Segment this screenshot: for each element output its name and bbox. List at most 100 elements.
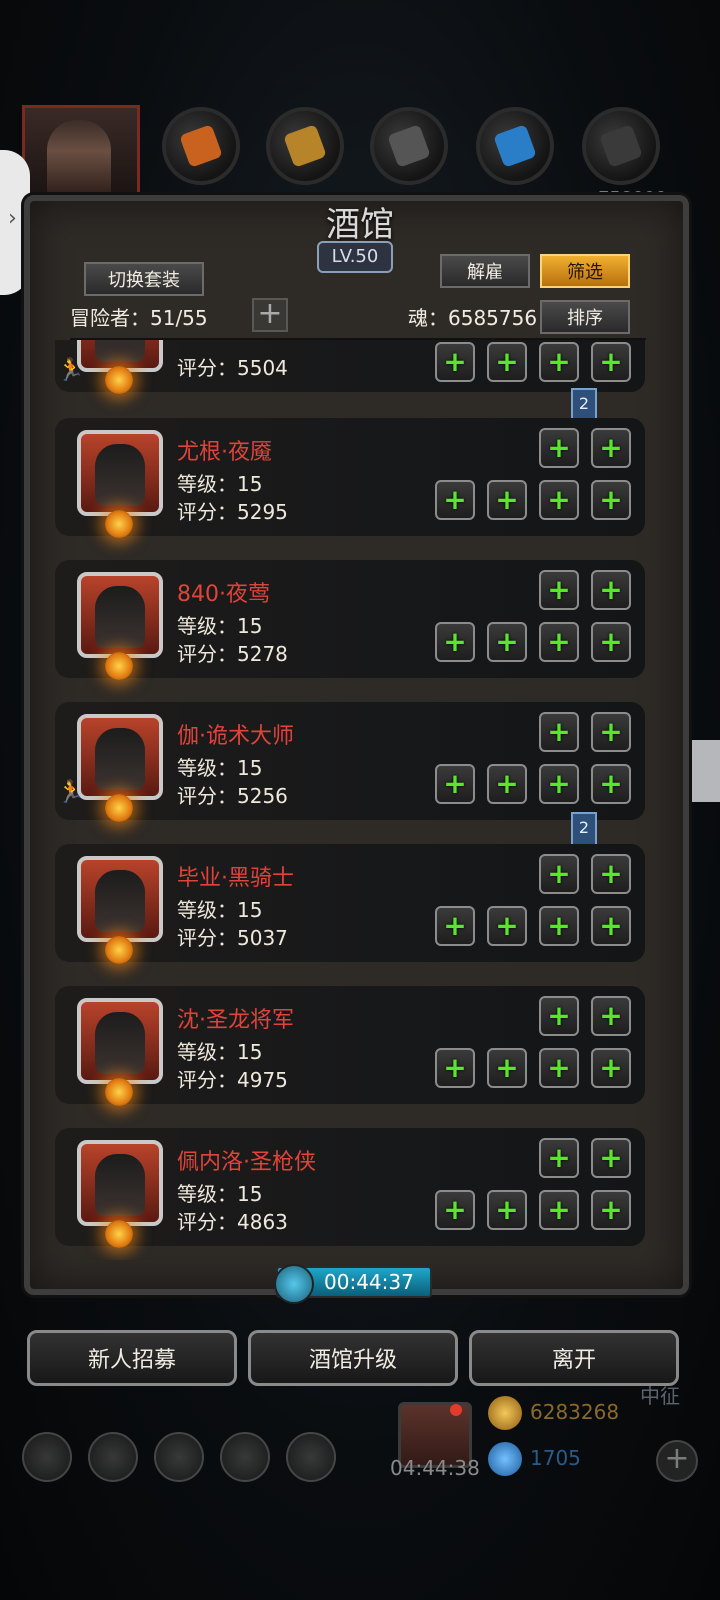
equip-slot-amulet[interactable]: + xyxy=(591,1048,631,1088)
filter-button[interactable]: 筛选 xyxy=(540,254,630,288)
equip-slot-helmet[interactable]: + xyxy=(539,570,579,610)
hero-row[interactable]: 840·夜莺 等级：15 评分：5278 + + + + + + xyxy=(55,560,645,680)
equip-slot-armor[interactable]: + xyxy=(487,342,527,382)
equip-slot-armor[interactable]: + xyxy=(487,622,527,662)
dismiss-button[interactable]: 解雇 xyxy=(440,254,530,288)
hero-level: 等级：15 xyxy=(177,1040,263,1064)
map-icon[interactable] xyxy=(286,1432,336,1482)
equip-slot-amulet[interactable]: + xyxy=(591,1190,631,1230)
leave-button[interactable]: 离开 xyxy=(469,1330,679,1386)
hero-level: 等级：15 xyxy=(177,898,263,922)
equip-slot-armor[interactable]: + xyxy=(487,480,527,520)
equip-slot-ring[interactable]: + xyxy=(539,622,579,662)
equip-slot-weapon[interactable]: + xyxy=(435,906,475,946)
hero-row[interactable]: 尤根·夜魇 等级：15 评分：5295 + + + + + + xyxy=(55,418,645,538)
hero-level: 等级：15 xyxy=(177,472,263,496)
equip-slot-cape[interactable]: + xyxy=(591,1138,631,1178)
star-emblem-icon xyxy=(105,510,133,538)
equip-slot-armor[interactable]: + xyxy=(487,1190,527,1230)
equip-slot-armor[interactable]: + xyxy=(487,764,527,804)
hero-portrait xyxy=(77,430,163,516)
equip-slot-helmet[interactable]: + xyxy=(539,712,579,752)
hero-name: 沈·圣龙将军 xyxy=(177,1008,294,1033)
equip-slot-ring[interactable]: + xyxy=(539,1190,579,1230)
equip-slot-amulet[interactable]: + xyxy=(591,764,631,804)
hero-name: 毕业·黑骑士 xyxy=(177,866,294,891)
hero-score: 评分：5037 xyxy=(177,926,288,950)
equip-slot-helmet[interactable]: + xyxy=(539,996,579,1036)
hero-name: 伽·诡术大师 xyxy=(177,724,294,749)
hero-score: 评分：5295 xyxy=(177,500,288,524)
soul-count: 魂：6585756 xyxy=(408,306,538,330)
menu-icon[interactable] xyxy=(22,1432,72,1482)
equip-slot-amulet[interactable]: + xyxy=(591,906,631,946)
rank-icon[interactable] xyxy=(154,1432,204,1482)
hero-portrait xyxy=(77,856,163,942)
player-avatar[interactable] xyxy=(22,105,140,198)
hero-portrait xyxy=(77,572,163,658)
hero-score: 评分：5278 xyxy=(177,642,288,666)
star-emblem-icon xyxy=(105,652,133,680)
equip-slot-weapon[interactable]: + xyxy=(435,1048,475,1088)
gold-coin-icon xyxy=(488,1396,522,1430)
equip-slot-cape[interactable]: + xyxy=(591,712,631,752)
hero-score: 评分：4975 xyxy=(177,1068,288,1092)
equip-slot-helmet[interactable]: + xyxy=(539,428,579,468)
wood-resource-icon[interactable] xyxy=(266,107,344,185)
star-emblem-icon xyxy=(105,366,133,394)
clock-icon xyxy=(274,1264,314,1304)
equip-slot-ring[interactable]: + xyxy=(539,764,579,804)
equip-slot-cape[interactable]: + xyxy=(591,570,631,610)
equip-slot-armor[interactable]: + xyxy=(487,1048,527,1088)
hero-portrait xyxy=(77,714,163,800)
equip-slot-cape[interactable]: + xyxy=(591,428,631,468)
equip-slot-weapon[interactable]: + xyxy=(435,480,475,520)
equip-slot-cape[interactable]: + xyxy=(591,854,631,894)
star-emblem-icon xyxy=(105,1220,133,1248)
equip-slot-cape[interactable]: + xyxy=(591,996,631,1036)
hero-row[interactable]: 评分：5504 + + + + xyxy=(55,340,645,394)
upgrade-tavern-button[interactable]: 酒馆升级 xyxy=(248,1330,458,1386)
top-resource-bar xyxy=(20,105,700,198)
equip-slot-weapon[interactable]: + xyxy=(435,764,475,804)
equip-slot-ring[interactable]: + xyxy=(539,342,579,382)
equip-slot-amulet[interactable]: + xyxy=(591,480,631,520)
expand-slots-button[interactable]: + xyxy=(252,298,288,332)
equip-slot-helmet[interactable]: + xyxy=(539,854,579,894)
crystal-resource-icon[interactable] xyxy=(476,107,554,185)
stone-resource-icon[interactable] xyxy=(582,107,660,185)
equip-slot-weapon[interactable]: + xyxy=(435,622,475,662)
star-emblem-icon xyxy=(105,794,133,822)
hero-level: 等级：15 xyxy=(177,1182,263,1206)
equip-slot-weapon[interactable]: + xyxy=(435,342,475,382)
equip-slot-weapon[interactable]: + xyxy=(435,1190,475,1230)
rank-badge: 2 xyxy=(571,388,597,422)
mail-icon[interactable] xyxy=(220,1432,270,1482)
hero-row[interactable]: 伽·诡术大师 等级：15 评分：5256 + + + + + + xyxy=(55,702,645,822)
iron-resource-icon[interactable] xyxy=(370,107,448,185)
switch-outfit-button[interactable]: 切换套装 xyxy=(84,262,204,296)
equip-slot-amulet[interactable]: + xyxy=(591,622,631,662)
hero-level: 等级：15 xyxy=(177,756,263,780)
equip-slot-helmet[interactable]: + xyxy=(539,1138,579,1178)
orange-resource-icon[interactable] xyxy=(162,107,240,185)
hero-score: 评分：5504 xyxy=(177,356,288,380)
hero-row[interactable]: 沈·圣龙将军 等级：15 评分：4975 + + + + + + xyxy=(55,986,645,1106)
hero-row[interactable]: 毕业·黑骑士 等级：15 评分：5037 + + + + + + xyxy=(55,844,645,964)
recruit-button[interactable]: 新人招募 xyxy=(27,1330,237,1386)
gem-amount: 1705 xyxy=(530,1446,581,1470)
equip-slot-ring[interactable]: + xyxy=(539,906,579,946)
equip-slot-amulet[interactable]: + xyxy=(591,342,631,382)
equip-slot-armor[interactable]: + xyxy=(487,906,527,946)
hero-list[interactable]: 评分：5504 + + + + 🏃 2 尤根·夜魇 等级：15 评分：5295 … xyxy=(55,340,655,1260)
running-figure-icon: 🏃 xyxy=(57,780,85,805)
hero-level: 等级：15 xyxy=(177,614,263,638)
gem-icon xyxy=(488,1442,522,1476)
star-icon[interactable] xyxy=(88,1432,138,1482)
add-currency-button[interactable]: + xyxy=(656,1440,698,1482)
hero-row[interactable]: 佩内洛·圣枪侠 等级：15 评分：4863 + + + + + + xyxy=(55,1128,645,1248)
equip-slot-ring[interactable]: + xyxy=(539,480,579,520)
sort-button[interactable]: 排序 xyxy=(540,300,630,334)
equip-slot-ring[interactable]: + xyxy=(539,1048,579,1088)
gift-timer: 04:44:38 xyxy=(390,1456,480,1480)
